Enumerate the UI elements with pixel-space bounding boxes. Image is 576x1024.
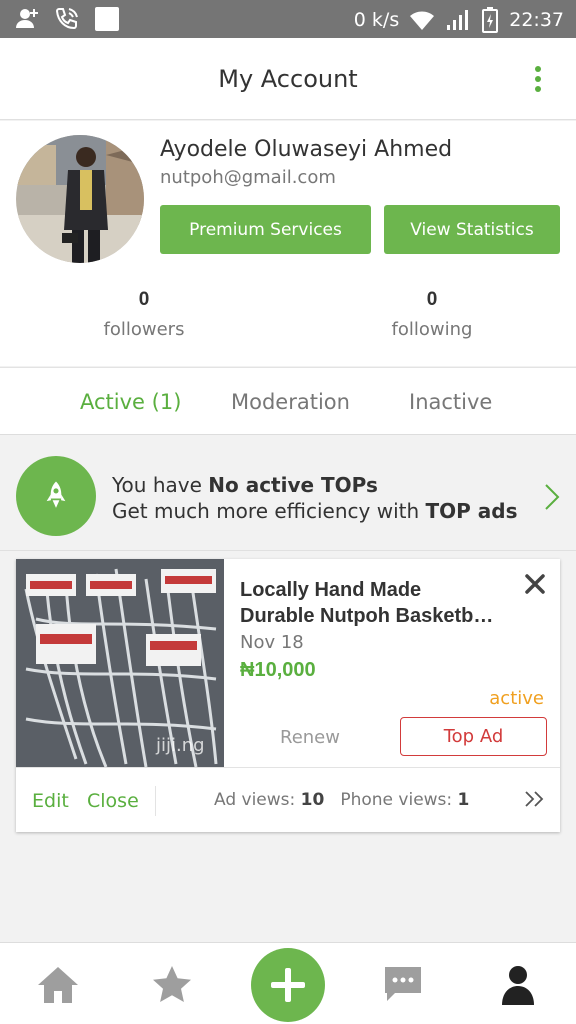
ad-title[interactable]: Locally Hand Made Durable Nutpoh Basketb… xyxy=(240,577,520,629)
status-bar: 0 k/s 22:37 xyxy=(0,0,576,38)
chevron-right-icon xyxy=(544,483,560,511)
app-bar: My Account xyxy=(0,38,576,120)
premium-services-button[interactable]: Premium Services xyxy=(160,205,371,254)
followers-stat[interactable]: 0 followers xyxy=(64,289,224,340)
tab-moderation[interactable]: Moderation xyxy=(231,390,350,414)
profile-icon[interactable] xyxy=(496,963,540,1007)
call-icon xyxy=(54,6,80,32)
close-icon[interactable] xyxy=(524,573,546,595)
ad-status-badge: active xyxy=(489,688,544,709)
renew-button[interactable]: Renew xyxy=(240,718,380,756)
promo-line-2: Get much more efficiency with TOP ads xyxy=(112,499,518,523)
home-icon[interactable] xyxy=(36,963,80,1007)
page-title: My Account xyxy=(218,65,358,93)
top-ads-promo[interactable]: You have No active TOPs Get much more ef… xyxy=(0,443,576,551)
edit-button[interactable]: Edit xyxy=(32,790,69,812)
following-label: following xyxy=(391,319,473,340)
ad-card-footer: Edit Close Ad views: 10 Phone views: 1 xyxy=(16,767,560,832)
star-icon[interactable] xyxy=(150,963,194,1007)
tab-active[interactable]: Active (1) xyxy=(80,390,181,414)
ad-view-stats: Ad views: 10 Phone views: 1 xyxy=(214,790,470,810)
promo-line-1: You have No active TOPs xyxy=(112,473,378,497)
following-stat[interactable]: 0 following xyxy=(352,289,512,340)
notification-square-icon xyxy=(94,6,120,32)
ad-price: ₦10,000 xyxy=(240,659,316,681)
more-options-icon[interactable] xyxy=(534,66,542,92)
ad-date: Nov 18 xyxy=(240,632,304,653)
ad-thumbnail[interactable]: jiji.ng xyxy=(16,559,224,767)
battery-icon xyxy=(481,7,499,33)
divider xyxy=(155,786,156,816)
tab-inactive[interactable]: Inactive xyxy=(409,390,492,414)
rocket-icon xyxy=(16,456,96,536)
chat-icon[interactable] xyxy=(381,963,425,1007)
clock: 22:37 xyxy=(509,9,564,31)
top-ad-button[interactable]: Top Ad xyxy=(400,717,547,756)
svg-text:jiji.ng: jiji.ng xyxy=(155,735,205,756)
profile-email: nutpoh@gmail.com xyxy=(160,167,336,188)
bottom-navigation xyxy=(0,942,576,1024)
ads-tabs: Active (1) Moderation Inactive xyxy=(0,367,576,435)
close-ad-button[interactable]: Close xyxy=(87,790,139,812)
add-contact-icon xyxy=(14,6,40,32)
ad-card: jiji.ng Locally Hand Made Durable Nutpoh… xyxy=(16,559,560,832)
add-icon[interactable] xyxy=(251,948,325,1022)
network-speed: 0 k/s xyxy=(353,9,400,31)
wifi-icon xyxy=(409,7,435,33)
signal-icon xyxy=(445,7,471,33)
double-chevron-right-icon[interactable] xyxy=(524,790,546,808)
profile-name: Ayodele Oluwaseyi Ahmed xyxy=(160,137,453,162)
followers-label: followers xyxy=(103,319,185,340)
followers-count: 0 xyxy=(138,289,150,310)
avatar[interactable] xyxy=(16,135,144,263)
view-statistics-button[interactable]: View Statistics xyxy=(384,205,560,254)
following-count: 0 xyxy=(426,289,438,310)
profile-section: Ayodele Oluwaseyi Ahmed nutpoh@gmail.com… xyxy=(0,121,576,366)
